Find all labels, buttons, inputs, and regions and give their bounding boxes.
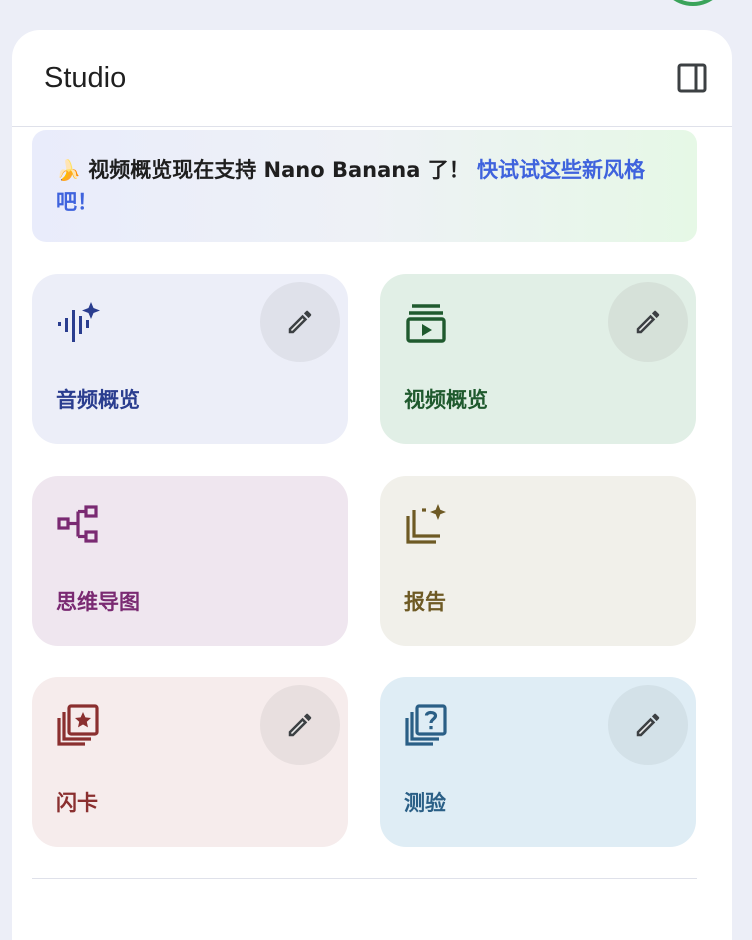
mind-map-icon bbox=[57, 505, 98, 543]
quiz-question-icon bbox=[405, 704, 447, 746]
card-label: 思维导图 bbox=[56, 590, 140, 614]
card-video-overview[interactable]: 视频概览 bbox=[380, 274, 696, 444]
announcement-banner: 🍌 视频概览现在支持 Nano Banana 了！ 快试试这些新风格吧！ bbox=[32, 130, 697, 242]
page-title: Studio bbox=[44, 61, 127, 94]
card-label: 闪卡 bbox=[56, 791, 98, 815]
banner-text: 视频概览现在支持 Nano Banana 了！ bbox=[80, 158, 478, 182]
card-label: 报告 bbox=[404, 590, 446, 614]
flashcard-star-icon bbox=[57, 704, 99, 746]
card-label: 视频概览 bbox=[404, 388, 488, 412]
edit-video-button[interactable] bbox=[608, 282, 688, 362]
report-sparkle-icon bbox=[406, 504, 446, 544]
collapse-panel-button[interactable] bbox=[672, 58, 712, 98]
edit-flashcards-button[interactable] bbox=[260, 685, 340, 765]
avatar[interactable] bbox=[658, 0, 728, 6]
card-flashcards[interactable]: 闪卡 bbox=[32, 677, 348, 847]
card-label: 音频概览 bbox=[56, 388, 140, 412]
card-label: 测验 bbox=[404, 791, 446, 815]
pencil-icon bbox=[636, 310, 660, 334]
panel-header: Studio bbox=[12, 30, 732, 127]
pencil-icon bbox=[288, 310, 312, 334]
card-report[interactable]: 报告 bbox=[380, 476, 696, 646]
divider bbox=[32, 878, 697, 879]
pencil-icon bbox=[288, 713, 312, 737]
video-play-icon bbox=[406, 304, 446, 343]
edit-quiz-button[interactable] bbox=[608, 685, 688, 765]
edit-audio-button[interactable] bbox=[260, 282, 340, 362]
banana-icon: 🍌 bbox=[56, 158, 81, 182]
pencil-icon bbox=[636, 713, 660, 737]
card-mind-map[interactable]: 思维导图 bbox=[32, 476, 348, 646]
card-quiz[interactable]: 测验 bbox=[380, 677, 696, 847]
card-audio-overview[interactable]: 音频概览 bbox=[32, 274, 348, 444]
audio-sparkle-icon bbox=[58, 302, 100, 342]
side-panel-icon bbox=[677, 63, 707, 93]
